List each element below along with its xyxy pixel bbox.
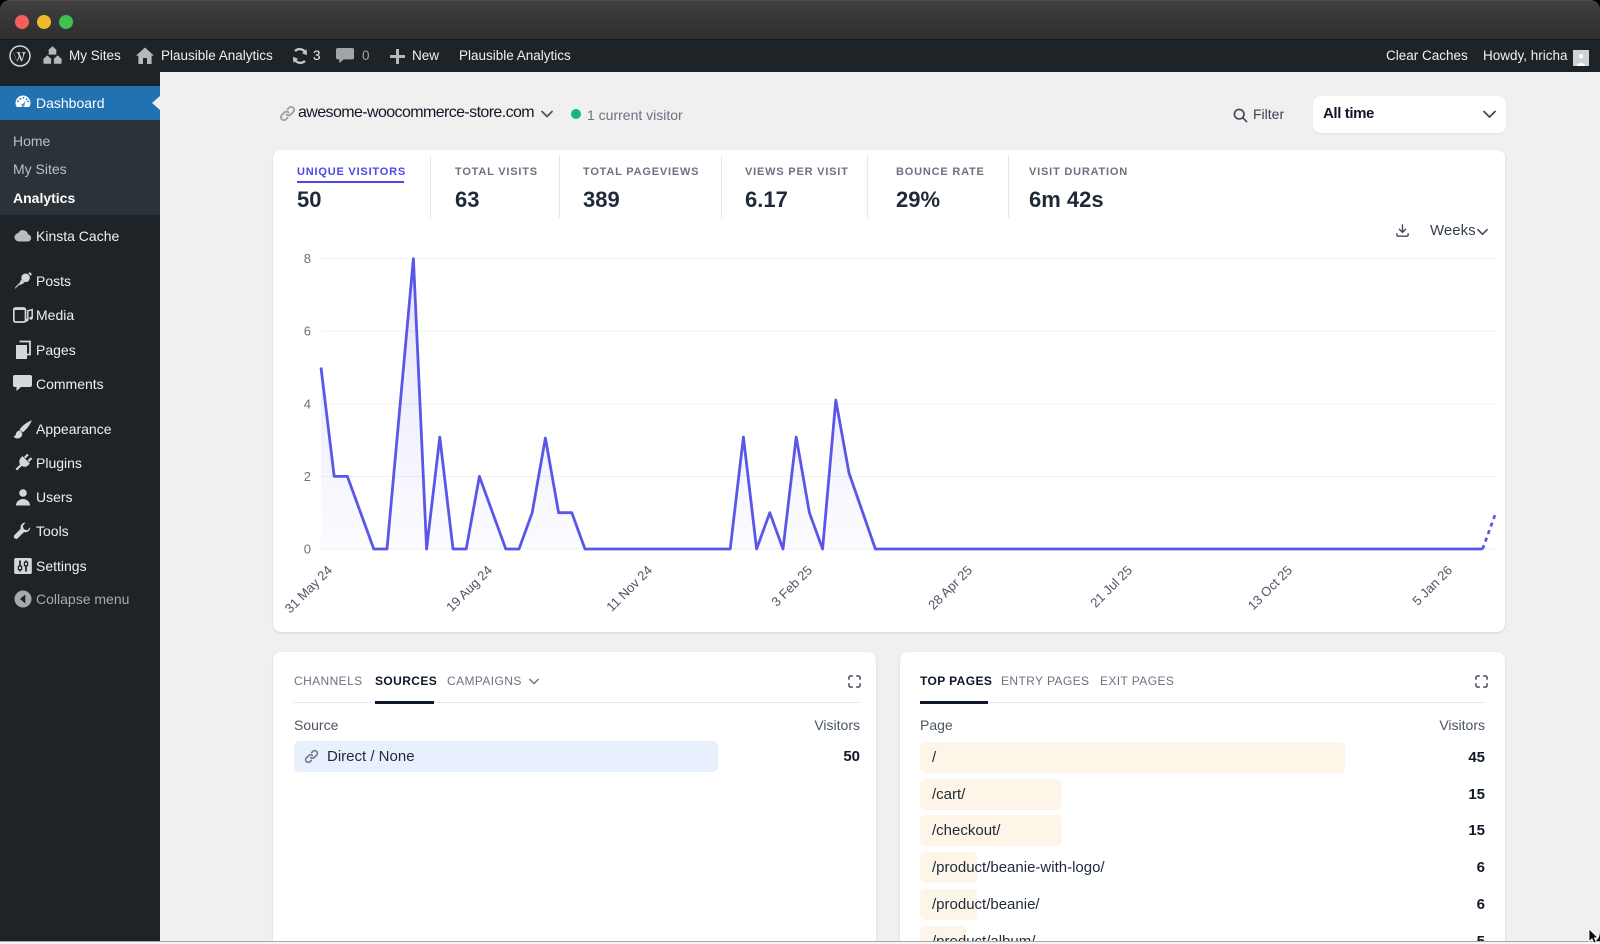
svg-text:0: 0 bbox=[304, 542, 311, 557]
svg-text:8: 8 bbox=[304, 251, 311, 266]
svg-text:21 Jul 25: 21 Jul 25 bbox=[1087, 563, 1135, 611]
svg-text:3 Feb 25: 3 Feb 25 bbox=[768, 563, 815, 610]
svg-text:13 Oct 25: 13 Oct 25 bbox=[1245, 563, 1295, 613]
svg-text:28 Apr 25: 28 Apr 25 bbox=[925, 563, 975, 613]
svg-text:5 Jan 26: 5 Jan 26 bbox=[1409, 563, 1455, 609]
svg-text:4: 4 bbox=[304, 396, 311, 411]
svg-text:31 May 24: 31 May 24 bbox=[282, 563, 336, 617]
svg-text:2: 2 bbox=[304, 469, 311, 484]
svg-text:19 Aug 24: 19 Aug 24 bbox=[443, 563, 495, 615]
svg-text:6: 6 bbox=[304, 324, 311, 339]
svg-text:11 Nov 24: 11 Nov 24 bbox=[603, 563, 655, 615]
